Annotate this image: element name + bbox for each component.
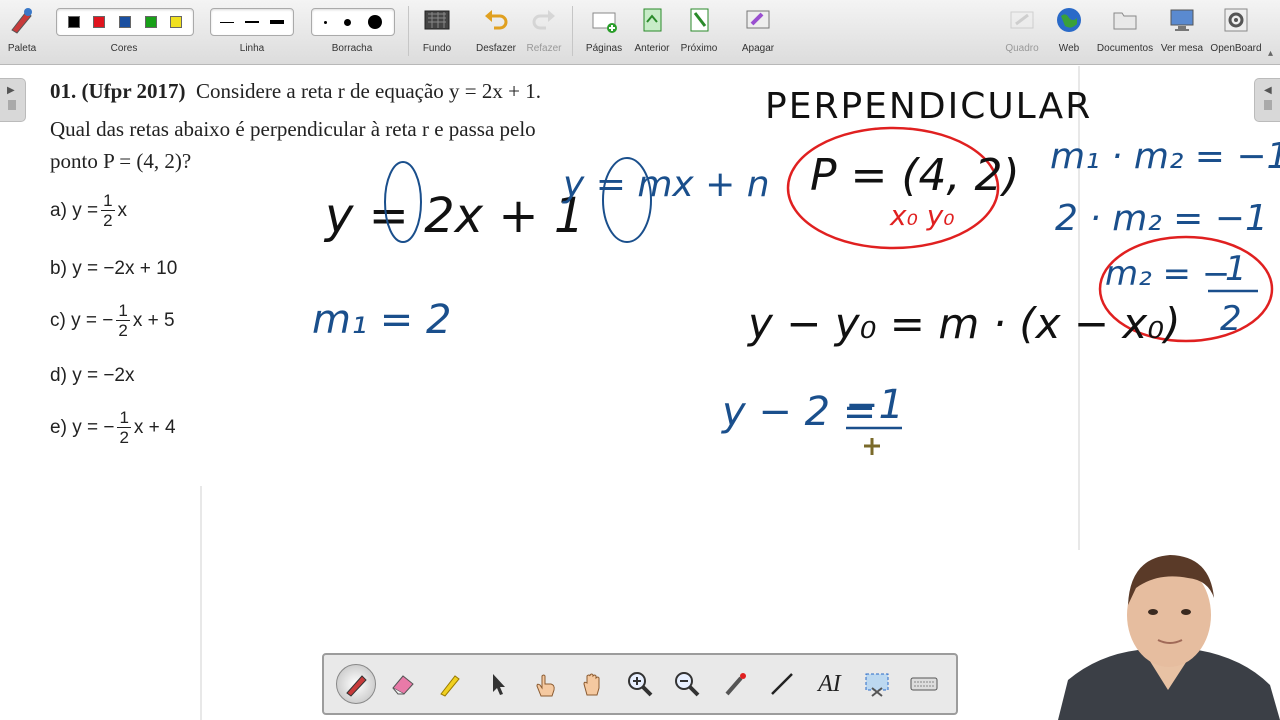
fraction: 12 xyxy=(117,408,131,447)
question-line-3: ponto P = (4, 2)? xyxy=(50,149,192,173)
documents-folder-icon[interactable] xyxy=(1111,6,1139,34)
fraction: 12 xyxy=(101,191,115,230)
pages-icon[interactable] xyxy=(590,6,618,34)
panel-handle-icon xyxy=(8,100,16,110)
question-line-2: Qual das retas abaixo é perpendicular à … xyxy=(50,117,536,141)
web-globe-icon[interactable] xyxy=(1055,6,1083,34)
virtual-keyboard-icon[interactable] xyxy=(904,664,944,704)
selector-arrow-icon[interactable] xyxy=(478,664,518,704)
option-b: b) y = −2x + 10 xyxy=(50,258,178,279)
zoom-in-icon[interactable] xyxy=(620,664,660,704)
documents-label: Documentos xyxy=(1096,43,1154,54)
main-toolbar: Paleta Cores Linha Borracha Fundo Desfaz… xyxy=(0,0,1280,65)
capture-tool-icon[interactable] xyxy=(857,664,897,704)
redo-icon[interactable] xyxy=(530,6,558,34)
eraser-large-option[interactable] xyxy=(367,15,382,29)
toolbar-scroll-up-icon[interactable]: ▴ xyxy=(1268,48,1273,59)
board-label: Quadro xyxy=(1005,43,1039,54)
chevron-left-icon: ◀ xyxy=(1264,85,1272,96)
eraser-medium-option[interactable] xyxy=(343,18,351,26)
line-thick-option[interactable] xyxy=(269,20,284,24)
line-tool-icon[interactable] xyxy=(762,664,802,704)
line-medium-option[interactable] xyxy=(244,21,259,23)
question-statement: Considere a reta r de equação y = 2x + 1… xyxy=(196,79,541,103)
webcam-overlay xyxy=(1058,550,1280,720)
clear-page-icon[interactable] xyxy=(744,6,772,34)
interact-hand-icon[interactable] xyxy=(525,664,565,704)
option-d: d) y = −2x xyxy=(50,365,135,386)
show-desktop-label: Ver mesa xyxy=(1160,43,1204,54)
clear-page-label: Apagar xyxy=(741,43,775,54)
right-panel-toggle[interactable]: ◀ xyxy=(1254,78,1280,122)
laser-pointer-icon[interactable] xyxy=(715,664,755,704)
color-red-swatch[interactable] xyxy=(93,16,106,28)
previous-page-label: Anterior xyxy=(634,43,670,54)
line-label: Linha xyxy=(239,43,265,54)
undo-label: Desfazer xyxy=(475,43,517,54)
zoom-out-icon[interactable] xyxy=(667,664,707,704)
color-picker[interactable] xyxy=(56,8,194,36)
next-page-label: Próximo xyxy=(680,43,718,54)
previous-page-icon[interactable] xyxy=(638,6,666,34)
eraser-small-option[interactable] xyxy=(324,20,328,24)
color-green-swatch[interactable] xyxy=(144,16,157,28)
page-divider-left xyxy=(200,486,202,720)
panel-handle-icon xyxy=(1264,100,1272,110)
pen-tool-icon[interactable] xyxy=(335,664,376,704)
highlighter-tool-icon[interactable] xyxy=(430,664,470,704)
text-tool-icon[interactable]: AI xyxy=(809,664,849,704)
board-icon[interactable] xyxy=(1008,6,1036,34)
question-number: 01. (Ufpr 2017) xyxy=(50,79,186,103)
chevron-right-icon: ▶ xyxy=(7,85,15,96)
left-panel-toggle[interactable]: ▶ xyxy=(0,78,26,122)
pan-hand-icon[interactable] xyxy=(573,664,613,704)
line-width-picker[interactable] xyxy=(210,8,294,36)
pages-label: Páginas xyxy=(585,43,623,54)
option-e: e) y = − 12 x + 4 xyxy=(50,408,176,447)
desktop-monitor-icon[interactable] xyxy=(1168,6,1196,34)
undo-icon[interactable] xyxy=(482,6,510,34)
palette-label: Paleta xyxy=(7,43,37,54)
option-c: c) y = − 12 x + 5 xyxy=(50,301,175,340)
openboard-settings-icon[interactable] xyxy=(1222,6,1250,34)
line-thin-option[interactable] xyxy=(220,21,235,23)
openboard-label: OpenBoard xyxy=(1210,43,1262,54)
color-blue-swatch[interactable] xyxy=(118,16,131,28)
web-label: Web xyxy=(1058,43,1080,54)
background-icon[interactable] xyxy=(423,6,451,34)
question-line-1: 01. (Ufpr 2017) Considere a reta r de eq… xyxy=(50,79,541,104)
background-label: Fundo xyxy=(422,43,452,54)
redo-label: Refazer xyxy=(526,43,562,54)
eraser-tool-icon[interactable] xyxy=(383,664,423,704)
colors-label: Cores xyxy=(110,43,138,54)
palette-icon[interactable] xyxy=(8,6,36,34)
eraser-label: Borracha xyxy=(331,43,373,54)
stylus-toolbar: AI xyxy=(322,653,958,715)
eraser-size-picker[interactable] xyxy=(311,8,395,36)
next-page-icon[interactable] xyxy=(685,6,713,34)
color-black-swatch[interactable] xyxy=(67,16,80,28)
option-a: a) y = 12 x xyxy=(50,191,128,230)
color-yellow-swatch[interactable] xyxy=(170,16,183,28)
fraction: 12 xyxy=(116,301,130,340)
